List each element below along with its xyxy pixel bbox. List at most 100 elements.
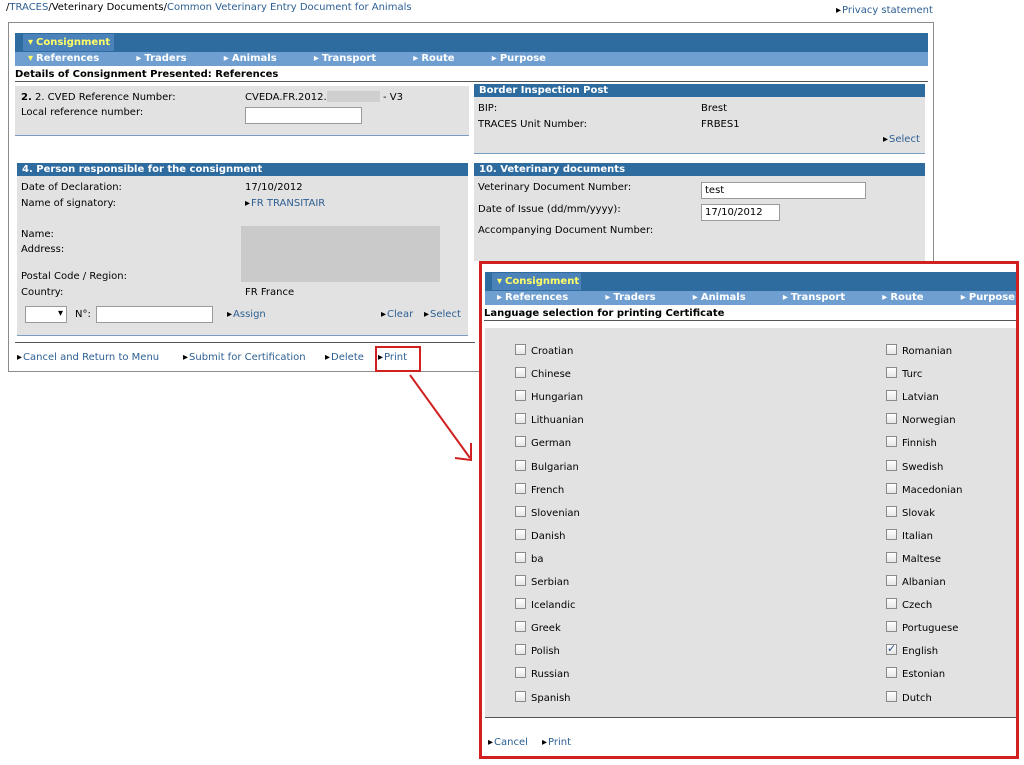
language-checkbox[interactable] <box>515 413 526 425</box>
subtab-purpose[interactable]: Purpose <box>492 53 563 64</box>
language-checkbox[interactable] <box>886 690 897 702</box>
language-label: English <box>902 646 939 658</box>
popup-print-link[interactable]: Print <box>542 737 571 748</box>
language-checkbox[interactable] <box>886 413 897 425</box>
language-label: Estonian <box>902 669 946 681</box>
language-checkbox[interactable] <box>886 667 897 679</box>
clear-link[interactable]: Clear <box>381 309 413 320</box>
language-label: Finnish <box>902 438 937 450</box>
language-checkbox[interactable] <box>515 482 526 494</box>
signatory-link[interactable]: FR TRANSITAIR <box>245 198 325 209</box>
popup-tab-consignment[interactable]: Consignment <box>492 273 581 290</box>
language-checkbox[interactable] <box>886 551 897 563</box>
number-input[interactable] <box>96 306 213 323</box>
local-reference-input[interactable] <box>245 107 362 124</box>
language-label: Swedish <box>902 461 944 473</box>
language-label: French <box>531 484 565 496</box>
vet-docs-panel-header: 10. Veterinary documents <box>474 163 925 176</box>
language-label: Maltese <box>902 553 941 565</box>
popup-subtab-purpose[interactable]: Purpose <box>961 292 1024 303</box>
person-select-link[interactable]: Select <box>424 309 461 320</box>
language-checkbox[interactable] <box>515 644 526 656</box>
subtab-traders[interactable]: Traders <box>136 53 203 64</box>
local-reference-label: Local reference number: <box>21 107 144 118</box>
language-checkbox[interactable] <box>515 551 526 563</box>
language-checkbox[interactable] <box>886 575 897 586</box>
tab-consignment[interactable]: Consignment <box>23 34 114 51</box>
popup-cancel-link[interactable]: Cancel <box>488 737 528 748</box>
postal-code-label: Postal Code / Region: <box>21 271 127 282</box>
language-label: Hungarian <box>531 392 584 404</box>
vet-doc-number-label: Veterinary Document Number: <box>478 182 632 193</box>
address-label: Address: <box>21 244 65 255</box>
language-checkbox[interactable] <box>886 390 897 402</box>
language-checkbox[interactable] <box>886 598 897 610</box>
declaration-date-label: Date of Declaration: <box>21 182 122 193</box>
id-type-select[interactable]: ▾ <box>25 306 67 323</box>
language-label: Icelandic <box>531 600 576 612</box>
language-checkbox[interactable] <box>886 642 897 656</box>
bip-select-link[interactable]: Select <box>883 134 920 145</box>
language-checkbox[interactable] <box>515 575 526 586</box>
language-checkbox[interactable] <box>886 482 897 494</box>
privacy-statement-link[interactable]: Privacy statement <box>836 5 933 16</box>
vet-doc-number-input[interactable] <box>701 182 866 199</box>
language-checkbox[interactable] <box>886 436 897 448</box>
language-label: Romanian <box>902 346 953 357</box>
issue-date-input[interactable] <box>701 204 780 221</box>
language-label: German <box>531 438 572 450</box>
language-label: Russian <box>531 669 570 681</box>
language-checkbox[interactable] <box>515 505 526 517</box>
popup-subtab-traders[interactable]: Traders <box>605 292 672 303</box>
popup-subtab-transport[interactable]: Transport <box>783 292 862 303</box>
language-label: Lithuanian <box>531 415 584 427</box>
subtab-animals[interactable]: Animals <box>224 53 294 64</box>
issue-date-label: Date of Issue (dd/mm/yyyy): <box>478 204 621 215</box>
language-list-right: Romanian Turc Latvian Norwegian Finnish Swedi… <box>856 328 1006 708</box>
cved-reference-label: 2. 2. CVED Reference Number: <box>21 92 176 103</box>
subtab-transport[interactable]: Transport <box>314 53 393 64</box>
language-label: ba <box>531 553 544 565</box>
language-checkbox[interactable] <box>886 367 897 379</box>
popup-title-rule <box>484 320 1016 321</box>
language-checkbox[interactable] <box>515 344 526 355</box>
popup-subtab-route[interactable]: Route <box>882 292 940 303</box>
breadcrumb-cved-animals-link[interactable]: Common Veterinary Entry Document for Ani… <box>167 2 412 13</box>
language-label: Latvian <box>902 392 939 404</box>
language-checkbox[interactable] <box>515 459 526 471</box>
delete-link[interactable]: Delete <box>325 352 364 363</box>
language-checkbox[interactable] <box>515 621 526 633</box>
traces-unit-value: FRBES1 <box>701 119 740 130</box>
cancel-return-menu-link[interactable]: Cancel and Return to Menu <box>17 352 159 363</box>
subtab-route[interactable]: Route <box>413 53 471 64</box>
bip-label: BIP: <box>478 103 498 114</box>
language-checkbox[interactable] <box>515 436 526 448</box>
popup-subtab-references[interactable]: References <box>497 292 585 303</box>
language-checkbox[interactable] <box>886 621 897 633</box>
language-checkbox[interactable] <box>515 667 526 679</box>
bip-value: Brest <box>701 103 728 114</box>
traces-unit-label: TRACES Unit Number: <box>478 119 588 130</box>
language-label: Dutch <box>902 692 932 704</box>
language-checkbox[interactable] <box>886 528 897 540</box>
chevron-down-icon: ▾ <box>57 308 63 319</box>
language-checkbox[interactable] <box>886 505 897 517</box>
person-panel-header: 4. Person responsible for the consignmen… <box>17 163 468 176</box>
language-checkbox[interactable] <box>515 367 526 379</box>
print-highlight-box <box>375 346 421 372</box>
breadcrumb-traces-link[interactable]: TRACES <box>9 2 48 13</box>
language-checkbox[interactable] <box>515 598 526 610</box>
language-checkbox[interactable] <box>886 459 897 471</box>
language-label: Slovak <box>902 507 936 519</box>
language-checkbox[interactable] <box>515 528 526 540</box>
language-checkbox[interactable] <box>515 690 526 702</box>
subtab-references[interactable]: References <box>28 53 116 64</box>
language-checkbox[interactable] <box>886 344 897 355</box>
popup-subtab-animals[interactable]: Animals <box>693 292 763 303</box>
cved-version: - V3 <box>383 92 403 103</box>
language-label: Croatian <box>531 346 574 357</box>
language-label: Macedonian <box>902 484 963 496</box>
language-checkbox[interactable] <box>515 390 526 402</box>
assign-link[interactable]: Assign <box>227 309 266 320</box>
submit-certification-link[interactable]: Submit for Certification <box>183 352 306 363</box>
